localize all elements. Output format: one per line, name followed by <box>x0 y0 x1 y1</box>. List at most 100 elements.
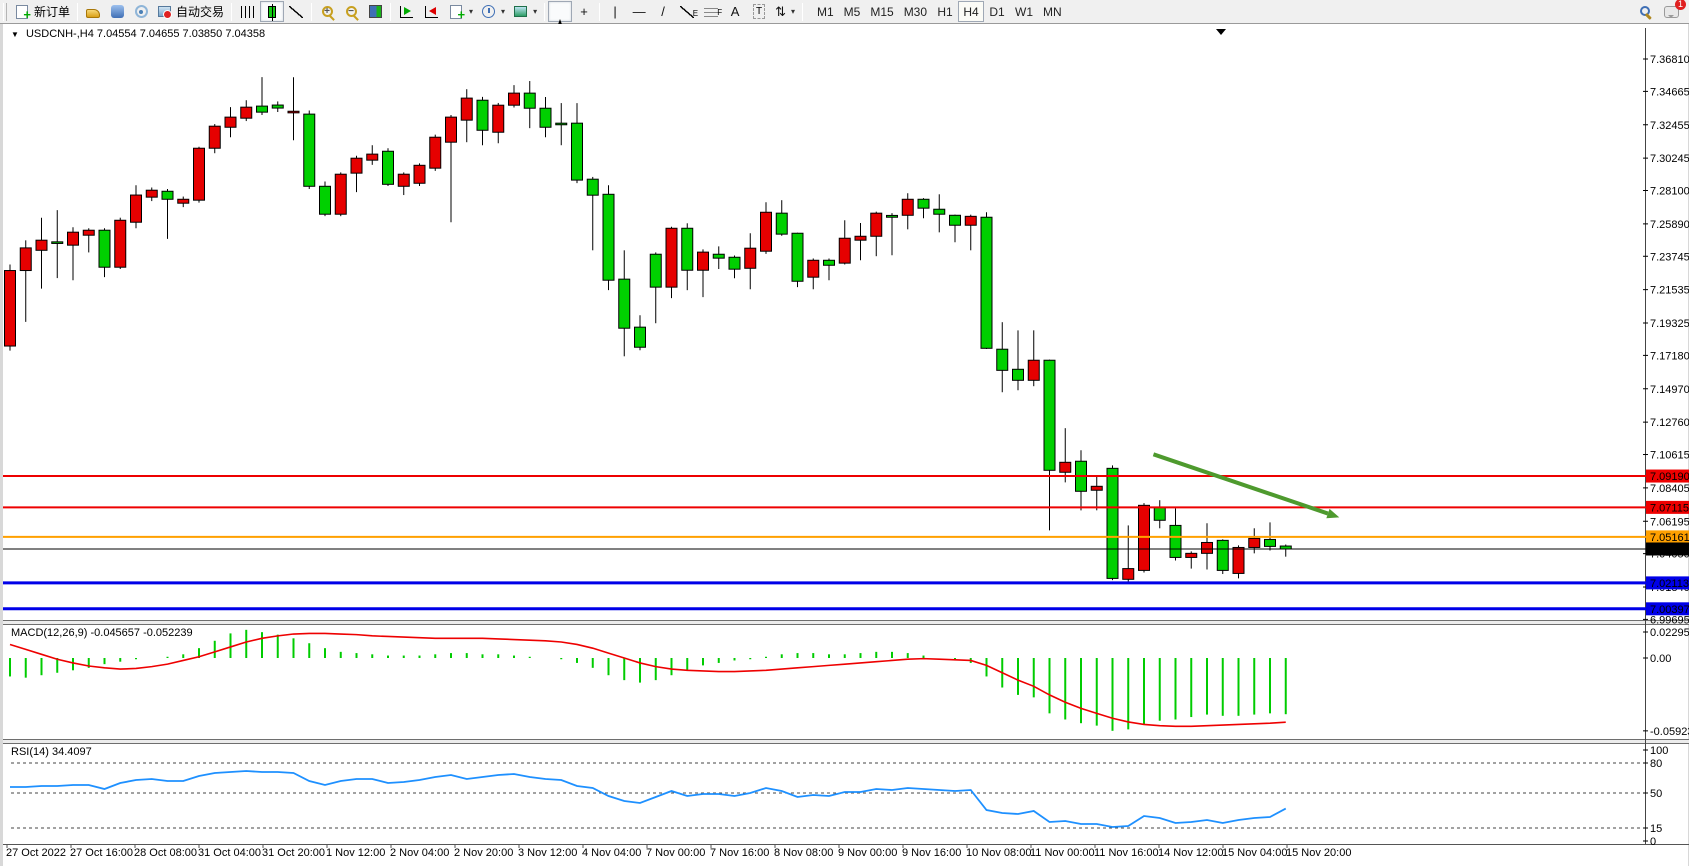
bar-chart-button[interactable] <box>235 1 260 22</box>
separator <box>544 3 545 21</box>
candle <box>178 197 189 208</box>
text-label-icon: T <box>753 4 765 19</box>
candle <box>257 77 268 115</box>
timeframe-button-M15[interactable]: M15 <box>865 1 898 22</box>
channel-tool-button[interactable]: E <box>675 1 699 22</box>
timeframe-button-W1[interactable]: W1 <box>1010 1 1038 22</box>
text-tool-icon: A <box>731 4 740 19</box>
cursor-tool-button[interactable] <box>548 1 572 22</box>
rsi-value: 34.4097 <box>52 746 92 758</box>
svg-text:7.04358: 7.04358 <box>1650 544 1689 556</box>
candlestick-chart-button[interactable] <box>260 1 284 22</box>
candle <box>635 315 646 350</box>
candle <box>887 213 898 255</box>
crosshair-icon: + <box>580 4 588 19</box>
timeframe-button-D1[interactable]: D1 <box>984 1 1010 22</box>
svg-text:80: 80 <box>1650 758 1662 770</box>
fibonacci-tool-button[interactable]: F <box>699 1 723 22</box>
periods-button[interactable]: ▾ <box>477 1 509 22</box>
price-line-label: 7.00397 <box>1646 602 1689 616</box>
candle <box>52 210 63 278</box>
candle <box>603 185 614 290</box>
candle <box>351 156 362 192</box>
candle <box>241 100 252 121</box>
candle <box>1170 508 1181 560</box>
timeframe-button-MN[interactable]: MN <box>1038 1 1067 22</box>
chevron-down-icon: ▾ <box>533 7 537 16</box>
trendline-tool-button[interactable]: / <box>651 1 675 22</box>
price-line-label: 7.04358 <box>1646 542 1689 556</box>
signals-button[interactable] <box>129 1 153 22</box>
candle <box>650 252 661 323</box>
svg-text:7.09190: 7.09190 <box>1650 471 1689 483</box>
candle <box>194 147 205 203</box>
text-tool-button[interactable]: A <box>723 1 747 22</box>
svg-text:7.07115: 7.07115 <box>1650 502 1689 514</box>
candle <box>1233 545 1244 578</box>
line-chart-icon <box>289 6 303 18</box>
chart-shift-marker-icon[interactable] <box>1216 29 1226 35</box>
auto-scroll-button[interactable] <box>394 1 419 22</box>
candle <box>1091 475 1102 510</box>
line-chart-button[interactable] <box>284 1 308 22</box>
rsi-line <box>10 771 1286 827</box>
svg-text:27 Oct 16:00: 27 Oct 16:00 <box>70 847 133 859</box>
macd-main-value: -0.045657 <box>90 627 140 639</box>
price-line-label: 7.09190 <box>1646 470 1689 484</box>
candle <box>855 223 866 260</box>
separator <box>390 3 391 21</box>
timeframe-toolbar: M1M5M15M30H1H4D1W1MN <box>812 1 1067 22</box>
timeframe-button-M1[interactable]: M1 <box>812 1 839 22</box>
timeframe-button-M30[interactable]: M30 <box>899 1 932 22</box>
candle <box>5 264 16 350</box>
chevron-down-icon: ▾ <box>501 7 505 16</box>
search-button[interactable] <box>1637 4 1653 20</box>
tile-windows-button[interactable] <box>363 1 387 22</box>
rsi-axis-ticks: 1008050150 <box>1643 745 1668 848</box>
candle <box>682 223 693 290</box>
rsi-label: RSI(14) 34.4097 <box>11 746 92 758</box>
zoom-out-button[interactable]: − <box>339 1 363 22</box>
chart-shift-button[interactable] <box>419 1 444 22</box>
candle <box>131 185 142 228</box>
timeframe-button-M5[interactable]: M5 <box>839 1 866 22</box>
candle <box>572 103 583 183</box>
deposit-button[interactable] <box>81 1 105 22</box>
price-line-label: 7.02113 <box>1646 576 1689 590</box>
pane-splitter[interactable] <box>3 621 1689 624</box>
chart-window: ▼ USDCNH-,H4 7.04554 7.04655 7.03850 7.0… <box>0 24 1689 866</box>
auto-trading-button[interactable]: 自动交易 <box>153 1 228 22</box>
candle <box>997 322 1008 392</box>
svg-text:0.00: 0.00 <box>1650 653 1671 665</box>
community-button[interactable] <box>105 1 129 22</box>
new-order-button[interactable]: 新订单 <box>10 1 74 22</box>
indicators-button[interactable]: ▾ <box>444 1 477 22</box>
chart-canvas[interactable]: 7.368107.346657.324557.302457.281007.258… <box>3 24 1689 866</box>
arrows-tool-button[interactable]: ⇅ ▾ <box>771 1 799 22</box>
templates-button[interactable]: ▾ <box>509 1 541 22</box>
pane-splitter[interactable] <box>3 740 1689 743</box>
crosshair-tool-button[interactable]: + <box>572 1 596 22</box>
candle <box>1154 500 1165 528</box>
candle <box>1123 525 1134 581</box>
price-line-label: 7.05161 <box>1646 530 1689 544</box>
notifications-button[interactable]: 1 <box>1663 4 1679 20</box>
new-order-icon <box>16 5 28 19</box>
horizontal-line-tool-button[interactable]: — <box>627 1 651 22</box>
svg-text:28 Oct 08:00: 28 Oct 08:00 <box>134 847 197 859</box>
timeframe-button-H1[interactable]: H1 <box>932 1 958 22</box>
candle <box>587 177 598 250</box>
trend-arrow[interactable] <box>1153 454 1339 518</box>
macd-signal-value: -0.052239 <box>143 627 193 639</box>
separator <box>599 3 600 21</box>
macd-signal-line <box>10 633 1286 726</box>
svg-text:31 Oct 20:00: 31 Oct 20:00 <box>262 847 325 859</box>
svg-text:6.99695: 6.99695 <box>1650 614 1689 626</box>
vertical-line-tool-button[interactable]: | <box>603 1 627 22</box>
zoom-in-button[interactable]: + <box>315 1 339 22</box>
zoom-out-icon: − <box>346 6 357 17</box>
timeframe-button-H4[interactable]: H4 <box>958 1 984 22</box>
candle <box>398 172 409 195</box>
candle <box>1202 523 1213 569</box>
text-label-tool-button[interactable]: T <box>747 1 771 22</box>
